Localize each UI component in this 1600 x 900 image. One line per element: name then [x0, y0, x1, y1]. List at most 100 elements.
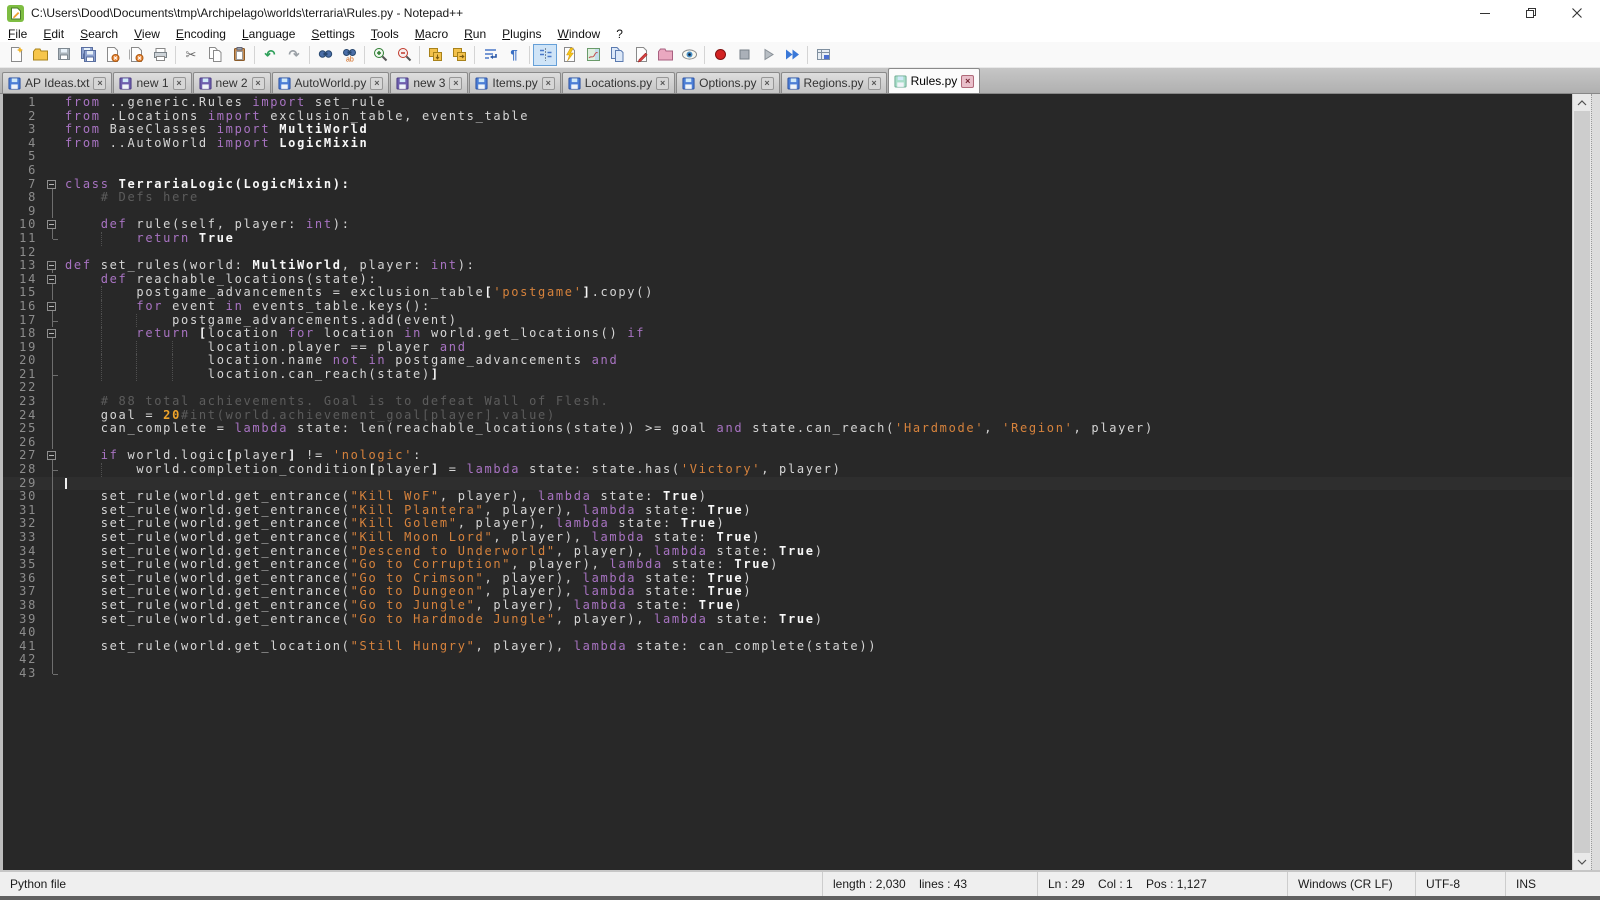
fold-margin — [44, 572, 62, 586]
scroll-up-arrow-icon[interactable] — [1573, 94, 1591, 111]
toolbar-button-undo[interactable]: ↶ — [258, 44, 282, 66]
tab-close-icon[interactable]: × — [370, 77, 383, 90]
fold-margin — [44, 395, 62, 409]
tab-rules-py[interactable]: Rules.py× — [888, 68, 981, 93]
menu-item-view[interactable]: View — [126, 27, 168, 41]
code-text — [62, 246, 1572, 260]
open-file-icon — [32, 46, 49, 63]
toolbar-button-replace[interactable]: ab — [337, 44, 361, 66]
close-button[interactable] — [1554, 0, 1600, 26]
code-text: can_complete = lambda state: len(reachab… — [62, 422, 1572, 436]
tab-ap-ideas-txt[interactable]: AP Ideas.txt× — [2, 72, 112, 93]
tab-label: Items.py — [492, 76, 537, 90]
scroll-down-arrow-icon[interactable] — [1573, 853, 1591, 870]
toolbar-button-edit-document[interactable] — [629, 44, 653, 66]
toolbar-button-document-list[interactable] — [605, 44, 629, 66]
tab-close-icon[interactable]: × — [868, 77, 881, 90]
menu-item-search[interactable]: Search — [72, 27, 126, 41]
saved-file-icon — [8, 77, 21, 90]
toolbar-button-open-file[interactable] — [28, 44, 52, 66]
code-text: # 88 total achievements. Goal is to defe… — [62, 395, 1572, 409]
code-text: set_rule(world.get_entrance("Descend to … — [62, 545, 1572, 559]
toolbar-button-sync-horizontal-scroll[interactable] — [447, 44, 471, 66]
tab-close-icon[interactable]: × — [761, 77, 774, 90]
toolbar-button-document-map[interactable] — [581, 44, 605, 66]
toolbar-button-save-all[interactable] — [76, 44, 100, 66]
toolbar-button-close[interactable] — [100, 44, 124, 66]
menu-item-encoding[interactable]: Encoding — [168, 27, 234, 41]
toolbar-button-word-wrap[interactable] — [478, 44, 502, 66]
toolbar-button-cut[interactable]: ✂ — [179, 44, 203, 66]
toolbar-button-close-all[interactable] — [124, 44, 148, 66]
toolbar-button-project-panel[interactable] — [653, 44, 677, 66]
toolbar-button-zoom-in[interactable] — [368, 44, 392, 66]
tab-close-icon[interactable]: × — [961, 75, 974, 88]
menu-item-settings[interactable]: Settings — [303, 27, 362, 41]
tab-close-icon[interactable]: × — [542, 77, 555, 90]
tab-options-py[interactable]: Options.py× — [676, 72, 779, 93]
toolbar-button-macro-save[interactable] — [811, 44, 835, 66]
menu-item-plugins[interactable]: Plugins — [494, 27, 549, 41]
tab-label: Regions.py — [804, 76, 864, 90]
fold-collapse-icon[interactable] — [44, 300, 62, 314]
fold-collapse-icon[interactable] — [44, 273, 62, 287]
toolbar-button-macro-record[interactable] — [708, 44, 732, 66]
toolbar-button-redo[interactable]: ↷ — [282, 44, 306, 66]
fold-collapse-icon[interactable] — [44, 259, 62, 273]
toolbar-button-macro-stop[interactable] — [732, 44, 756, 66]
toolbar-button-function-list[interactable] — [557, 44, 581, 66]
tab-autoworld-py[interactable]: AutoWorld.py× — [272, 72, 390, 93]
scrollbar-track[interactable] — [1573, 111, 1591, 853]
toolbar-button-show-all-characters[interactable]: ¶ — [502, 44, 526, 66]
code-line: 5 — [3, 150, 1572, 164]
minimize-button[interactable] — [1462, 0, 1508, 26]
tab-regions-py[interactable]: Regions.py × — [781, 72, 887, 93]
notepad-plus-plus-icon — [7, 5, 24, 22]
toolbar-button-sync-vertical-scroll[interactable] — [423, 44, 447, 66]
menu-item-macro[interactable]: Macro — [407, 27, 456, 41]
toolbar-button-macro-run-multiple[interactable] — [780, 44, 804, 66]
fold-collapse-icon[interactable] — [44, 178, 62, 192]
toolbar-button-new-file[interactable] — [4, 44, 28, 66]
menu-item-language[interactable]: Language — [234, 27, 303, 41]
menu-item-file[interactable]: File — [0, 27, 35, 41]
tab-close-icon[interactable]: × — [93, 77, 106, 90]
toolbar-button-save[interactable] — [52, 44, 76, 66]
tab-items-py[interactable]: Items.py × — [469, 72, 560, 93]
fold-collapse-icon[interactable] — [44, 327, 62, 341]
fold-margin — [44, 517, 62, 531]
saved-file-icon — [682, 77, 695, 90]
tab-new-2[interactable]: new 2× — [193, 72, 271, 93]
toolbar-button-print[interactable] — [148, 44, 172, 66]
toolbar-button-zoom-out[interactable] — [392, 44, 416, 66]
saved-file-icon — [475, 77, 488, 90]
code-line: 6 — [3, 164, 1572, 178]
menu-item-tools[interactable]: Tools — [363, 27, 407, 41]
undo-icon: ↶ — [265, 46, 276, 63]
menu-item-window[interactable]: Window — [550, 27, 609, 41]
toolbar-button-find[interactable] — [313, 44, 337, 66]
tab-close-icon[interactable]: × — [656, 77, 669, 90]
tab-close-icon[interactable]: × — [173, 77, 186, 90]
fold-collapse-icon[interactable] — [44, 218, 62, 232]
tab-locations-py[interactable]: Locations.py× — [562, 72, 675, 93]
toolbar-button-document-monitor[interactable] — [677, 44, 701, 66]
tab-new-1[interactable]: new 1× — [113, 72, 191, 93]
indent-guide — [172, 354, 173, 368]
text-editor[interactable]: 1from ..generic.Rules import set_rule2fr… — [3, 94, 1572, 870]
restore-button[interactable] — [1508, 0, 1554, 26]
code-line: 32 set_rule(world.get_entrance("Kill Gol… — [3, 517, 1572, 531]
tab-new-3[interactable]: new 3× — [390, 72, 468, 93]
menu-item-run[interactable]: Run — [456, 27, 494, 41]
tab-close-icon[interactable]: × — [252, 77, 265, 90]
toolbar-button-show-indent-guide[interactable] — [533, 44, 557, 66]
menu-item-edit[interactable]: Edit — [35, 27, 72, 41]
toolbar-button-macro-play[interactable] — [756, 44, 780, 66]
toolbar-button-copy[interactable] — [203, 44, 227, 66]
menu-item-[interactable]: ? — [608, 27, 631, 41]
line-number: 3 — [3, 123, 44, 137]
scrollbar-thumb[interactable] — [1574, 111, 1590, 853]
toolbar-button-paste[interactable] — [227, 44, 251, 66]
fold-collapse-icon[interactable] — [44, 449, 62, 463]
tab-close-icon[interactable]: × — [449, 77, 462, 90]
